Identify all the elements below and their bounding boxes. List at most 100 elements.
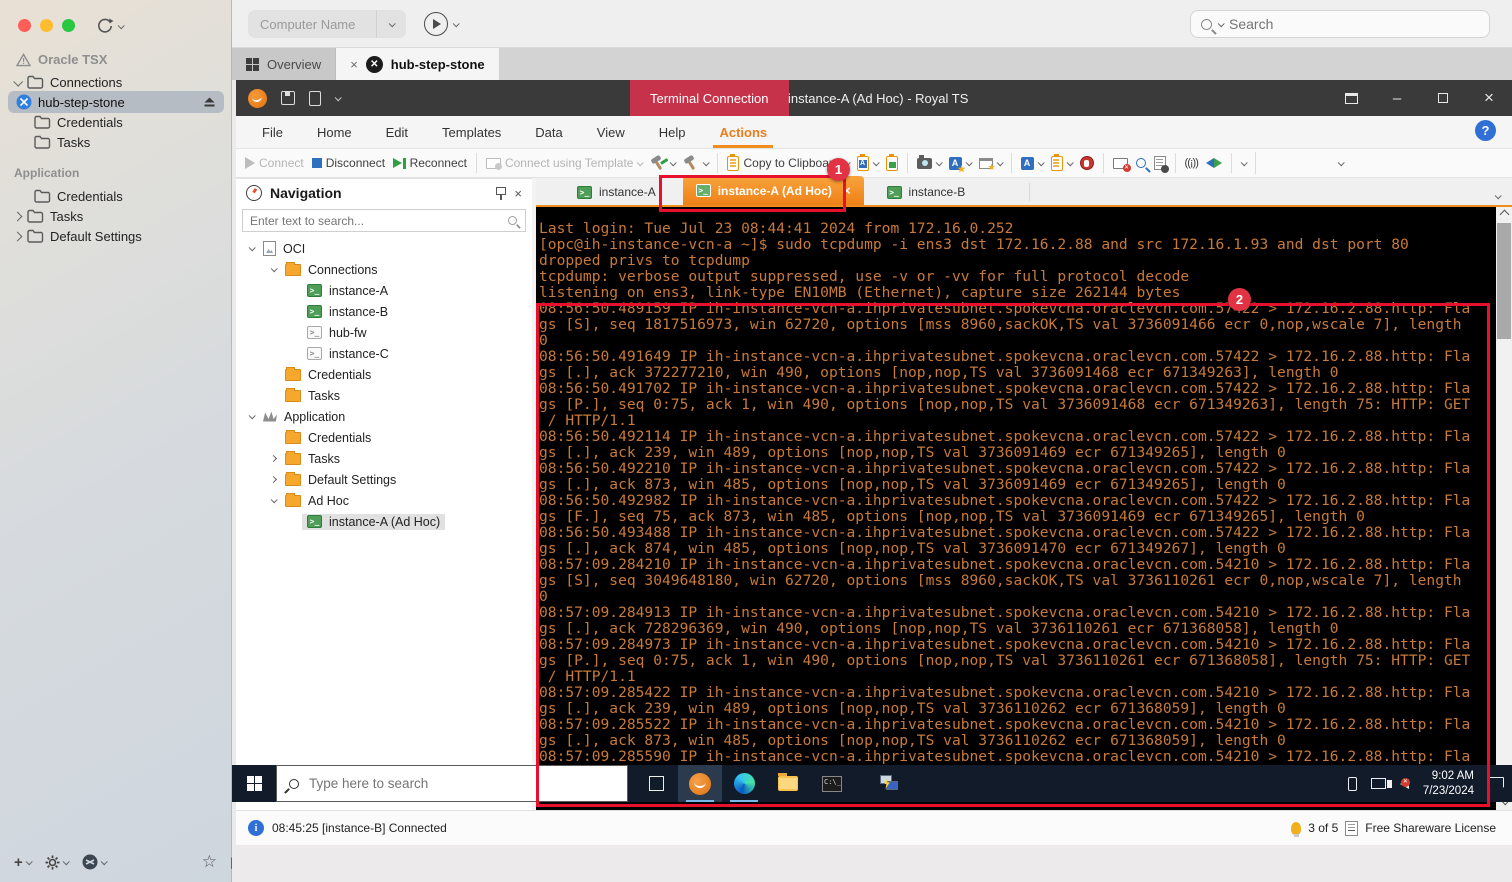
taskbar-file-explorer[interactable]	[766, 765, 810, 802]
nav-tree-item-default-settings[interactable]: Default Settings	[236, 469, 532, 490]
more-commands-dropdown[interactable]	[1240, 158, 1248, 166]
nav-tree-item-oci[interactable]: OCI	[236, 238, 532, 259]
sidebar-item-credentials[interactable]: Credentials	[0, 112, 232, 132]
taskbar-clock[interactable]: 9:02 AM 7/23/2024	[1423, 769, 1474, 799]
menu-item-data[interactable]: Data	[535, 116, 562, 148]
save-button[interactable]	[281, 91, 295, 105]
run-task-button[interactable]	[650, 155, 678, 171]
volume-muted-icon[interactable]	[1386, 777, 1410, 789]
notification-center-icon[interactable]	[1488, 776, 1504, 791]
disconnect-button[interactable]: Disconnect	[311, 156, 385, 170]
nav-tree-item-hub-fw[interactable]: >_ hub-fw	[236, 322, 532, 343]
zoom-traffic-light[interactable]	[62, 19, 75, 32]
sidebar-item-hub-step-stone[interactable]: hub-step-stone	[8, 91, 224, 113]
terminal-tab-instance-b[interactable]: >_ instance-B	[874, 179, 979, 205]
eject-icon[interactable]	[203, 96, 216, 108]
dock-window-button[interactable]	[1328, 80, 1374, 116]
minimize-button[interactable]: –	[1374, 80, 1420, 116]
clear-log-button[interactable]	[1153, 156, 1169, 173]
menu-item-templates[interactable]: Templates	[442, 116, 501, 148]
nav-tree-item-tasks[interactable]: Tasks	[236, 448, 532, 469]
toolbar-overflow-dropdown[interactable]	[1254, 152, 1351, 174]
help-button[interactable]: ?	[1475, 120, 1496, 141]
paste-special-button[interactable]	[885, 153, 898, 171]
connect-using-template-button[interactable]: Connect using Template	[485, 156, 645, 170]
start-button[interactable]	[232, 765, 276, 802]
nav-tree-item-tasks[interactable]: Tasks	[236, 385, 532, 406]
search-input[interactable]	[1229, 16, 1459, 32]
minimize-traffic-light[interactable]	[40, 19, 53, 32]
terminal-tab-instance-a[interactable]: >_ instance-A	[564, 179, 669, 205]
task-view-button[interactable]	[634, 765, 678, 802]
pin-icon[interactable]	[495, 186, 507, 200]
tasks-button[interactable]	[683, 155, 711, 171]
nav-tree-item-connections[interactable]: Connections	[236, 259, 532, 280]
settings-button[interactable]	[45, 855, 70, 870]
computer-name-dropdown[interactable]	[376, 10, 406, 38]
terminal-tab-overflow-dropdown[interactable]	[1494, 186, 1502, 204]
taskbar-putty[interactable]	[868, 765, 912, 802]
chevron-right-icon[interactable]	[266, 454, 280, 463]
close-panel-button[interactable]: ×	[514, 186, 522, 201]
find-button[interactable]	[1135, 158, 1146, 168]
nav-tree-item-ad-hoc[interactable]: Ad Hoc	[236, 490, 532, 511]
taskbar-royal-ts[interactable]	[678, 765, 722, 802]
computer-name-select[interactable]: Computer Name	[248, 10, 406, 38]
paste-button[interactable]	[1050, 153, 1074, 171]
navigation-search-input[interactable]	[250, 213, 507, 228]
usb-tray-icon[interactable]	[1347, 776, 1357, 791]
key-sequence-button[interactable]: A	[948, 156, 973, 175]
scrollbar-thumb[interactable]	[1497, 223, 1511, 339]
chevron-down-icon[interactable]	[266, 496, 280, 504]
sidebar-item-app-tasks[interactable]: Tasks	[0, 206, 232, 226]
taskbar-search[interactable]	[276, 765, 628, 802]
network-tray-icon[interactable]	[1370, 778, 1386, 789]
sidebar-item-app-credentials[interactable]: Credentials	[0, 186, 232, 206]
favorite-button[interactable]: ☆	[202, 852, 217, 872]
new-document-button[interactable]	[309, 90, 321, 106]
chevron-down-icon[interactable]	[244, 412, 258, 420]
sidebar-item-tasks[interactable]: Tasks	[0, 132, 232, 152]
sidebar-item-default-settings[interactable]: Default Settings	[0, 226, 232, 246]
connect-button[interactable]: Connect	[245, 156, 304, 170]
command-task-button[interactable]	[978, 157, 1004, 173]
reconnect-button[interactable]: Reconnect	[393, 156, 467, 170]
terminal-connection-context-tab[interactable]: Terminal Connection	[630, 80, 789, 116]
run-button[interactable]	[424, 12, 460, 36]
profile-menu-button[interactable]	[82, 854, 108, 870]
close-tab-icon[interactable]: ×	[843, 183, 851, 198]
menu-item-help[interactable]: Help	[659, 116, 686, 148]
screenshot-button[interactable]	[916, 154, 943, 169]
scroll-up-arrow[interactable]	[1496, 207, 1512, 222]
taskbar-search-input[interactable]	[309, 776, 589, 791]
global-search[interactable]	[1190, 10, 1490, 38]
swap-session-button[interactable]	[1205, 156, 1222, 170]
restore-button[interactable]	[1420, 80, 1466, 116]
royal-ts-logo-icon[interactable]	[248, 88, 267, 108]
nav-tree-item-application[interactable]: Application	[236, 406, 532, 427]
chevron-down-icon[interactable]	[244, 244, 258, 252]
menu-item-home[interactable]: Home	[317, 116, 352, 148]
tab-hub-step-stone[interactable]: × ✕ hub-step-stone	[336, 48, 499, 80]
close-window-button[interactable]: ×	[1466, 80, 1512, 116]
menu-item-edit[interactable]: Edit	[386, 116, 408, 148]
navigation-search[interactable]	[242, 209, 526, 232]
taskbar-command-prompt[interactable]: C:\_	[810, 765, 854, 802]
terminal-output[interactable]: Last login: Tue Jul 23 08:44:41 2024 fro…	[536, 207, 1496, 810]
close-session-button[interactable]: ✕	[1112, 157, 1131, 172]
chevron-right-icon[interactable]	[266, 475, 280, 484]
menu-item-actions[interactable]: Actions	[713, 116, 773, 148]
broadcast-button[interactable]: ((¡))	[1185, 157, 1199, 169]
paste-text-button[interactable]	[856, 153, 880, 171]
nav-tree-item-instance-a-ad-hoc-[interactable]: >_ instance-A (Ad Hoc)	[236, 511, 532, 532]
sync-menu-button[interactable]	[96, 17, 125, 35]
nav-tree-item-credentials[interactable]: Credentials	[236, 364, 532, 385]
quick-access-dropdown[interactable]	[334, 93, 342, 101]
nav-tree-item-credentials[interactable]: Credentials	[236, 427, 532, 448]
nav-tree-item-instance-c[interactable]: >_ instance-C	[236, 343, 532, 364]
close-traffic-light[interactable]	[18, 19, 31, 32]
terminal-scrollbar[interactable]	[1496, 207, 1512, 810]
chevron-down-icon[interactable]	[266, 265, 280, 273]
sidebar-item-connections[interactable]: Connections	[0, 72, 232, 92]
nav-tree-item-instance-b[interactable]: >_ instance-B	[236, 301, 532, 322]
